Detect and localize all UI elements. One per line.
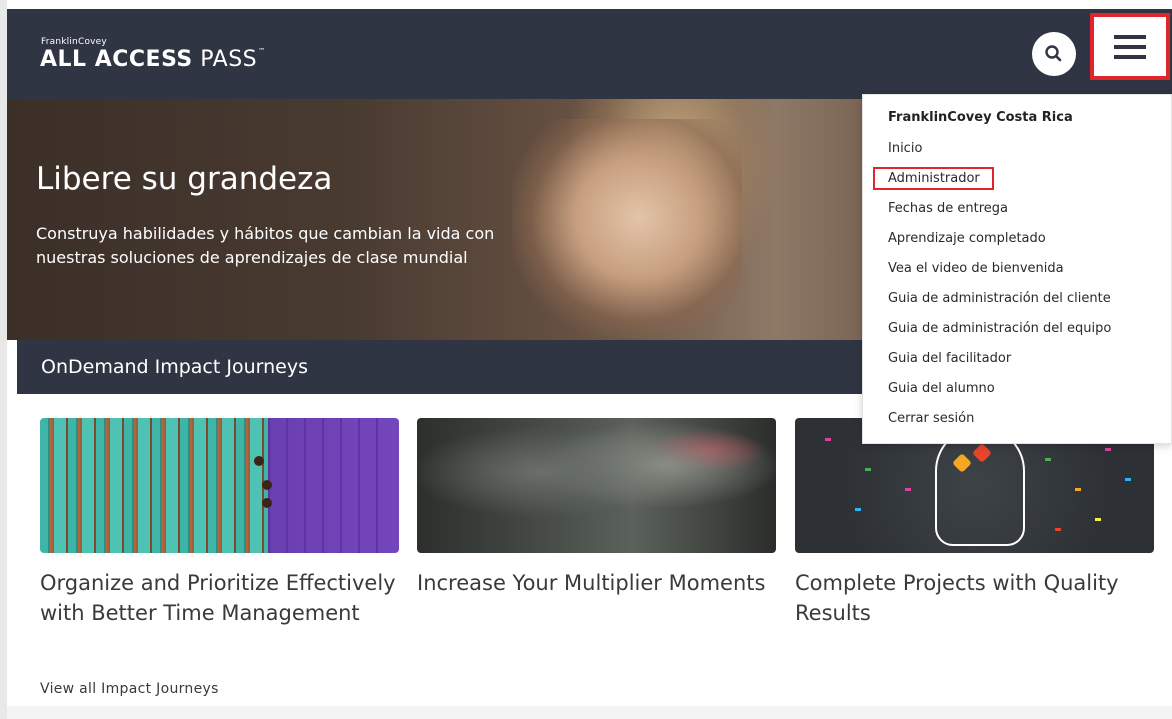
purple-planks — [376, 418, 394, 553]
menu-item-fechas-de-entrega[interactable]: Fechas de entrega — [888, 201, 1008, 216]
logo[interactable]: ALL ACCESS PASS™ — [40, 47, 266, 72]
confetti-dot — [1125, 478, 1131, 481]
confetti-dot — [855, 508, 861, 511]
door-knob — [254, 456, 264, 466]
search-button[interactable] — [1032, 32, 1076, 76]
hamburger-menu-icon — [1114, 35, 1146, 59]
door-knob — [262, 480, 272, 490]
menu-item-cerrar-sesion[interactable]: Cerrar sesión — [888, 411, 974, 426]
confetti-dot — [865, 468, 871, 471]
journey-card[interactable]: Complete Projects with Quality Results — [795, 418, 1154, 628]
footer-band — [7, 706, 1172, 719]
section-title: OnDemand Impact Journeys — [41, 356, 308, 378]
journey-card[interactable]: Increase Your Multiplier Moments — [417, 418, 776, 598]
purple-planks — [340, 418, 358, 553]
confetti-dot — [1095, 518, 1101, 521]
logo-brand-text: FranklinCovey — [41, 37, 107, 47]
logo-thin-text: PASS — [200, 47, 258, 72]
journey-card[interactable]: Organize and Prioritize Effectively with… — [40, 418, 399, 628]
purple-planks — [304, 418, 322, 553]
menu-button[interactable] — [1090, 13, 1170, 80]
confetti-dot — [1105, 448, 1111, 451]
view-all-link[interactable]: View all Impact Journeys — [40, 681, 219, 697]
menu-item-guia-alumno[interactable]: Guia del alumno — [888, 381, 995, 396]
logo-strong-text: ALL ACCESS — [40, 47, 193, 72]
hero-title: Libere su grandeza — [36, 161, 333, 197]
menu-heading: FranklinCovey Costa Rica — [888, 110, 1073, 125]
purple-planks — [358, 418, 376, 553]
page-left-edge — [0, 0, 7, 719]
card-title[interactable]: Complete Projects with Quality Results — [795, 568, 1154, 628]
confetti-dot — [1075, 488, 1081, 491]
card-image[interactable] — [40, 418, 399, 553]
menu-item-guia-facilitador[interactable]: Guia del facilitador — [888, 351, 1011, 366]
user-menu-dropdown: FranklinCovey Costa Rica Inicio Administ… — [862, 94, 1172, 444]
menu-item-guia-cliente[interactable]: Guia de administración del cliente — [888, 291, 1111, 306]
menu-item-guia-equipo[interactable]: Guia de administración del equipo — [888, 321, 1111, 336]
card-image[interactable] — [417, 418, 776, 553]
menu-item-administrador[interactable]: Administrador — [873, 167, 994, 190]
card-title[interactable]: Organize and Prioritize Effectively with… — [40, 568, 399, 628]
hero-description: Construya habilidades y hábitos que camb… — [36, 224, 495, 267]
card-title[interactable]: Increase Your Multiplier Moments — [417, 568, 776, 598]
logo-trademark: ™ — [258, 47, 266, 55]
confetti-dot — [1055, 528, 1061, 531]
purple-planks — [286, 418, 304, 553]
purple-planks — [322, 418, 340, 553]
door-knob — [262, 498, 272, 508]
confetti-dot — [905, 488, 911, 491]
top-header: FranklinCovey ALL ACCESS PASS™ — [7, 9, 1172, 99]
search-icon — [1045, 45, 1062, 62]
confetti-dot — [825, 438, 831, 441]
menu-item-aprendizaje-completado[interactable]: Aprendizaje completado — [888, 231, 1046, 246]
menu-item-video-bienvenida[interactable]: Vea el video de bienvenida — [888, 261, 1064, 276]
menu-item-inicio[interactable]: Inicio — [888, 141, 922, 156]
confetti-dot — [1045, 458, 1051, 461]
